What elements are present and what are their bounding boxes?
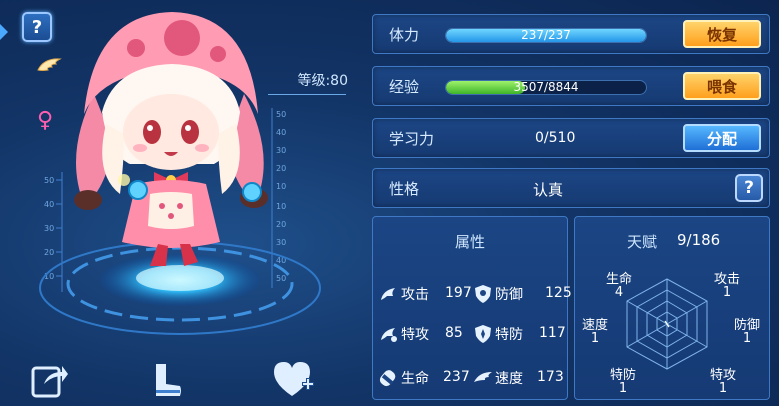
help-button[interactable]: ?: [22, 12, 52, 42]
axis-value: 4: [614, 285, 624, 300]
attributes-title: 属性: [454, 233, 485, 251]
boot-icon[interactable]: [150, 360, 184, 400]
speed-stat: 速度: [473, 367, 523, 389]
sp-defense-icon: [475, 325, 491, 343]
stamina-label: 体力: [389, 26, 420, 44]
attributes-panel: 属性 攻击 197 防御 125 特攻 85 特防 117 生命 237 速度 …: [372, 216, 572, 400]
stat-value: 117: [539, 325, 566, 341]
nature-help-button[interactable]: ?: [735, 174, 763, 202]
speed-wing-icon: [474, 372, 492, 382]
attack-stat: 攻击: [379, 283, 429, 305]
axis-value: 1: [722, 285, 732, 300]
axis-value: 1: [718, 381, 728, 396]
stat-value: 237: [443, 369, 470, 385]
stat-name: 特攻: [401, 327, 429, 343]
stat-value: 85: [445, 325, 463, 341]
ruler-tick-label: 50: [44, 176, 55, 185]
talent-panel: 天赋 9/186 生命 4 攻击 1 防御 1 特攻 1 特防 1 速度 1: [574, 216, 770, 400]
stamina-bar: 237/237: [445, 28, 647, 43]
expand-arrow-icon[interactable]: [0, 24, 8, 40]
stat-name: 速度: [495, 371, 523, 387]
talent-axis-hp: 生命 4: [599, 273, 639, 299]
defense-stat: 防御: [473, 283, 523, 305]
nature-label: 性格: [389, 180, 420, 198]
axis-value: 1: [590, 331, 600, 346]
allocate-button[interactable]: 分配: [683, 124, 761, 152]
talent-axis-sp-defense: 特防 1: [603, 369, 643, 395]
exp-row: 经验 3507/8844 喂食: [372, 66, 770, 106]
exp-value: 3507/8844: [513, 80, 579, 94]
talent-axis-sp-attack: 特攻 1: [703, 369, 743, 395]
stat-name: 攻击: [401, 287, 429, 303]
stamina-value: 237/237: [521, 28, 571, 42]
nature-row: 性格 认真 ?: [372, 168, 770, 208]
stat-name: 特防: [495, 327, 523, 343]
hp-stat: 生命: [379, 367, 429, 389]
learn-label: 学习力: [389, 130, 435, 148]
share-icon[interactable]: [30, 360, 68, 400]
axis-value: 1: [618, 381, 628, 396]
female-gender-icon: ♀: [37, 108, 54, 133]
ruler-tick-label: 40: [44, 200, 55, 209]
defense-icon: [475, 285, 491, 303]
hp-potion-icon: [379, 370, 396, 387]
talent-axis-defense: 防御 1: [727, 319, 767, 345]
favorite-add-icon[interactable]: [272, 360, 316, 400]
attack-icon: [381, 288, 395, 300]
stat-name: 防御: [495, 287, 523, 303]
pet-stage: ? ♀ 等级:80 50 40 30 20 10 50 40 30 20 10 …: [0, 0, 362, 406]
learn-value: 0/510: [535, 130, 576, 146]
axis-value: 1: [742, 331, 752, 346]
learn-row: 学习力 0/510 分配: [372, 118, 770, 158]
stamina-row: 体力 237/237 恢复: [372, 14, 770, 54]
pet-character: [74, 12, 268, 266]
sp-defense-stat: 特防: [473, 323, 523, 345]
stat-value: 125: [545, 285, 572, 301]
feed-button[interactable]: 喂食: [683, 72, 761, 100]
exp-label: 经验: [389, 78, 420, 96]
sp-attack-stat: 特攻: [379, 323, 429, 345]
sp-attack-icon: [381, 328, 397, 342]
stat-name: 生命: [401, 371, 429, 387]
exp-bar: 3507/8844: [445, 80, 647, 95]
stat-value: 173: [537, 369, 564, 385]
talent-axis-speed: 速度 1: [575, 319, 615, 345]
stat-value: 197: [445, 285, 472, 301]
restore-button[interactable]: 恢复: [683, 20, 761, 48]
nature-value: 认真: [533, 181, 564, 199]
talent-axis-attack: 攻击 1: [707, 273, 747, 299]
